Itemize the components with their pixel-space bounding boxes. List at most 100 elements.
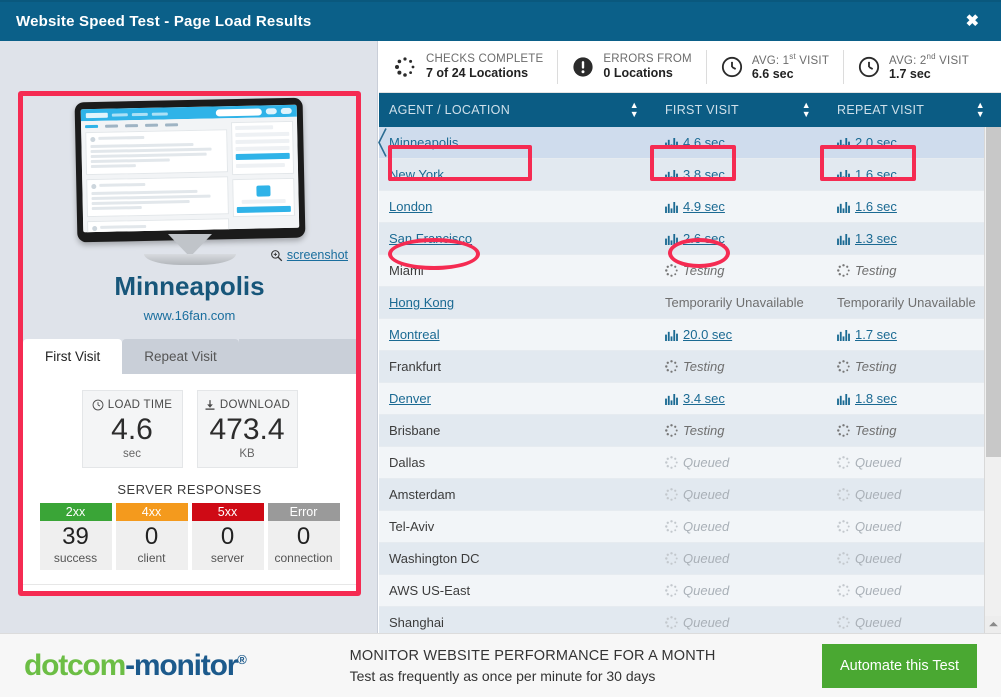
column-header-repeat-visit-label: REPEAT VISIT [837, 103, 925, 117]
location-link[interactable]: New York [389, 167, 444, 182]
screenshot-link[interactable]: screenshot [270, 248, 348, 262]
screenshot-link-label: screenshot [286, 248, 348, 262]
waterfall-cta: View the detailed summary, waterfall, er… [23, 583, 356, 591]
metric-load-time-unit: sec [123, 447, 141, 460]
location-link[interactable]: Denver [389, 391, 431, 406]
first-visit-value[interactable]: 4.6 sec [683, 135, 725, 150]
cell-location: Hong Kong [379, 286, 655, 319]
column-header-first-visit-label: FIRST VISIT [665, 103, 739, 117]
spinner-icon [665, 584, 678, 597]
tab-first-visit[interactable]: First Visit [23, 339, 123, 374]
table-header-row: AGENT / LOCATION ▲ ▼ FIRST VISIT ▲ ▼ REPEA… [379, 93, 1001, 127]
cell-repeat-visit: 2.0 sec [827, 127, 1001, 159]
stat-avg-first-visit-label: AVG: 1st VISIT [751, 51, 830, 67]
cell-repeat-visit: Queued [827, 574, 1001, 607]
repeat-visit-value[interactable]: 1.6 sec [855, 199, 897, 214]
table-row[interactable]: AWS US-East Queued Queued [379, 574, 1001, 607]
metric-load-time: LOAD TIME 4.6 sec [81, 390, 183, 468]
repeat-visit-value[interactable]: 1.8 sec [855, 391, 897, 406]
automate-this-test-button[interactable]: Automate this Test [821, 643, 977, 688]
spinner-icon [665, 520, 678, 533]
left-detail-column: screenshot Minneapolis www.16fan.com Fir… [0, 41, 378, 633]
repeat-visit-value[interactable]: 2.0 sec [855, 135, 897, 150]
metric-download: DOWNLOAD 473.4 KB [196, 390, 298, 468]
column-header-first-visit[interactable]: FIRST VISIT ▲ ▼ [655, 93, 827, 127]
table-scrollbar[interactable] [984, 127, 1001, 633]
cell-location: AWS US-East [379, 574, 655, 607]
table-row[interactable]: Denver 3.4 sec 1.8 sec [379, 382, 1001, 415]
spinner-icon [837, 360, 850, 373]
bar-chart-icon [837, 330, 850, 341]
promo-text: MONITOR WEBSITE PERFORMANCE FOR A MONTH … [350, 648, 716, 684]
stat-avg-second-visit-label: AVG: 2nd VISIT [889, 51, 969, 67]
bar-chart-icon [665, 394, 678, 405]
tab-repeat-visit[interactable]: Repeat Visit [122, 339, 239, 374]
table-row[interactable]: Miami Testing Testing [379, 254, 1001, 287]
table-row[interactable]: Washington DC Queued Queued [379, 542, 1001, 575]
main-content: screenshot Minneapolis www.16fan.com Fir… [0, 41, 1001, 671]
results-column: CHECKS COMPLETE 7 of 24 Locations ERRORS… [378, 41, 1001, 671]
promo-subline: Test as frequently as once per minute fo… [349, 667, 656, 684]
table-row[interactable]: London 4.9 sec 1.6 sec [379, 190, 1001, 223]
table-row[interactable]: Hong Kong Temporarily Unavailable Temporar… [379, 286, 1001, 319]
repeat-visit-value[interactable]: 1.6 sec [855, 167, 897, 182]
cell-first-visit: Testing [655, 350, 827, 383]
table-row[interactable]: Minneapolis 4.6 sec 2.0 sec [378, 127, 1001, 159]
location-link[interactable]: Minneapolis [389, 135, 458, 150]
stat-avg-first-visit-value: 6.6 sec [751, 67, 794, 82]
location-link[interactable]: London [389, 199, 432, 214]
table-row[interactable]: Montreal 20.0 sec 1.7 sec [379, 318, 1001, 351]
selected-row-marker [378, 128, 387, 157]
cell-location: Denver [379, 382, 655, 415]
table-row[interactable]: Amsterdam Queued Queued [379, 478, 1001, 511]
cell-first-visit: 4.6 sec [655, 127, 827, 159]
column-header-repeat-visit[interactable]: REPEAT VISIT ▲ ▼ [827, 93, 1001, 127]
first-visit-value[interactable]: 2.6 sec [683, 231, 725, 246]
cell-location: Miami [379, 254, 655, 287]
first-visit-value[interactable]: 3.8 sec [683, 167, 725, 182]
visit-tabs: First Visit Repeat Visit [23, 339, 356, 374]
repeat-visit-value: Temporarily Unavailable [837, 295, 976, 310]
cell-location: New York [379, 158, 655, 191]
repeat-visit-value: Testing [855, 423, 897, 438]
first-visit-value[interactable]: 3.4 sec [683, 391, 725, 406]
repeat-visit-value: Queued [855, 583, 902, 598]
sort-icon[interactable]: ▲ ▼ [976, 101, 985, 119]
server-response-error-label: connection [267, 550, 340, 570]
magnifier-icon [270, 249, 283, 261]
location-link[interactable]: Hong Kong [389, 295, 454, 310]
location-link[interactable]: San Francisco [389, 231, 472, 246]
server-response-5xx-code: 5xx [191, 502, 264, 521]
table-row[interactable]: Tel-Aviv Queued Queued [379, 510, 1001, 543]
stat-checks-complete: CHECKS COMPLETE 7 of 24 Locations [379, 49, 559, 84]
location-link: Washington DC [389, 551, 480, 566]
table-row[interactable]: New York 3.8 sec 1.6 sec [379, 158, 1001, 191]
table-row[interactable]: Frankfurt Testing Testing [379, 350, 1001, 383]
column-header-agent-location[interactable]: AGENT / LOCATION ▲ ▼ [379, 93, 655, 127]
clock-icon [92, 399, 104, 411]
repeat-visit-value[interactable]: 1.7 sec [855, 327, 897, 342]
scrollbar-thumb[interactable] [986, 127, 1001, 457]
metric-download-unit: KB [239, 447, 255, 460]
location-link: Tel-Aviv [389, 519, 435, 534]
first-visit-value[interactable]: 4.9 sec [683, 199, 725, 214]
cell-first-visit: Queued [655, 446, 827, 479]
table-row[interactable]: Dallas Queued Queued [379, 446, 1001, 479]
monitor-base [143, 254, 236, 265]
repeat-visit-value[interactable]: 1.3 sec [855, 231, 897, 246]
spinner-icon [837, 616, 850, 629]
sort-icon[interactable]: ▲ ▼ [802, 101, 811, 119]
location-link[interactable]: Montreal [389, 327, 440, 342]
sort-icon[interactable]: ▲ ▼ [630, 101, 639, 119]
table-row[interactable]: San Francisco 2.6 sec 1.3 sec [379, 222, 1001, 255]
cell-location: Amsterdam [379, 478, 655, 511]
first-visit-value[interactable]: 20.0 sec [683, 327, 732, 342]
server-responses-row: 2xx 39 success 4xx 0 client 5xx 0 server… [37, 502, 342, 570]
cell-repeat-visit: Temporarily Unavailable [827, 286, 1001, 319]
column-header-agent-location-label: AGENT / LOCATION [389, 103, 511, 117]
scroll-down-button[interactable] [985, 616, 1001, 633]
server-responses-title: SERVER RESPONSES [117, 481, 262, 497]
close-icon[interactable]: ✖ [960, 10, 985, 34]
table-row[interactable]: Brisbane Testing Testing [379, 414, 1001, 447]
dotcom-monitor-logo: dotcom-monitor® [24, 649, 247, 683]
